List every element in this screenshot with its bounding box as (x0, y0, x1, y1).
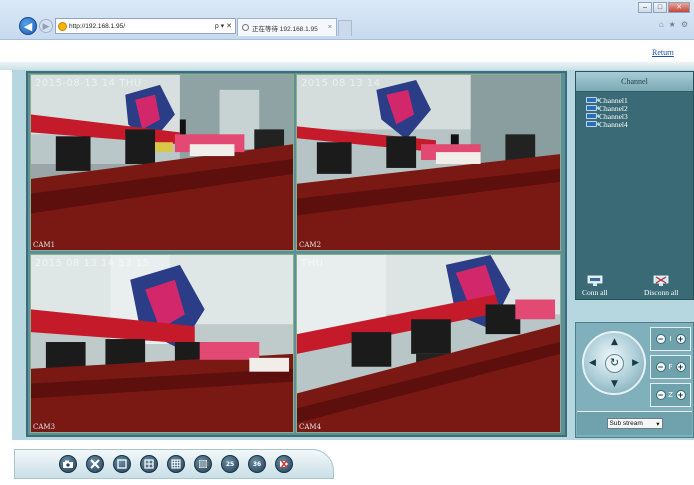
forward-button[interactable]: ▶ (39, 19, 53, 33)
layout-25-button[interactable]: 25 (221, 455, 239, 473)
favorites-star-icon[interactable]: ★ (669, 20, 676, 29)
pan-right-button[interactable]: ▶ (632, 358, 639, 368)
camera-icon (586, 97, 599, 103)
camera-4-osd: THU (301, 258, 324, 269)
zoom-label: Z (668, 391, 673, 399)
layout-16-button[interactable] (194, 455, 212, 473)
focus-control: − F + (650, 355, 691, 379)
tab-close-button[interactable]: × (328, 24, 332, 31)
browser-tab[interactable]: 正在等待 192.168.1.95 × (237, 18, 337, 36)
iris-plus-button[interactable]: + (675, 334, 686, 344)
camera-icon (586, 105, 599, 111)
address-bar[interactable]: http://192.168.1.95/ ρ ▾ ✕ (55, 18, 236, 34)
chevron-down-icon: ▾ (656, 420, 660, 428)
site-icon (58, 21, 67, 31)
disconnect-all-icon (653, 275, 669, 286)
stream-select-value: Sub stream (609, 420, 643, 427)
window-controls: – □ ✕ (638, 2, 690, 13)
ptz-direction-pad: ▲ ▼ ◀ ▶ ↻ (582, 331, 646, 395)
address-controls[interactable]: ρ ▾ ✕ (215, 22, 232, 30)
camera-icon (586, 121, 599, 127)
fullscreen-icon (280, 459, 288, 469)
tools-icon (90, 459, 100, 469)
camera-2-feed-image (297, 75, 560, 250)
minimize-button[interactable]: – (638, 2, 652, 13)
forward-arrow-icon: ▶ (42, 20, 50, 31)
disconnect-all-button[interactable]: Disconn all (644, 275, 678, 297)
channel-panel: Channel Channel1 Channel2 Channel3 Chann… (575, 71, 694, 300)
back-button[interactable]: ◀ (19, 17, 37, 35)
home-icon[interactable]: ⌂ (659, 20, 664, 29)
camera-1-feed-image (31, 75, 293, 250)
layout-9-button[interactable] (167, 455, 185, 473)
camera-3-label: CAM3 (33, 423, 56, 431)
ptz-panel: ▲ ▼ ◀ ▶ ↻ − I + − F + − Z + Sub stream ▾ (575, 322, 694, 438)
settings-gear-icon[interactable]: ⚙ (681, 20, 688, 29)
channel-list: Channel1 Channel2 Channel3 Channel4 (576, 92, 693, 129)
camera-snapshot-icon (63, 460, 73, 468)
camera-2-label: CAM2 (299, 241, 322, 249)
connect-all-button[interactable]: Conn all (582, 275, 608, 297)
layout-4-button[interactable] (140, 455, 158, 473)
iris-control: − I + (650, 327, 691, 351)
window-close-button[interactable]: ✕ (668, 2, 690, 13)
chrome-icons: ⌂ ★ ⚙ (659, 20, 688, 29)
layout-36-button[interactable]: 36 (248, 455, 266, 473)
camera-3-feed-image (31, 255, 293, 432)
quad-view-icon (144, 459, 154, 469)
header-band (0, 62, 694, 70)
focus-label: F (668, 363, 673, 371)
camera-icon (586, 113, 599, 119)
layout-25-label: 25 (225, 460, 235, 468)
camera-1-osd: 2015-08-13 14 THU (35, 78, 142, 89)
layout-36-label: 36 (252, 460, 262, 468)
loading-icon (242, 24, 249, 31)
camera-4-feed-image (297, 255, 560, 432)
pan-left-button[interactable]: ◀ (589, 358, 596, 368)
nine-view-icon (171, 459, 181, 469)
focus-minus-button[interactable]: − (655, 362, 666, 372)
maximize-button[interactable]: □ (653, 2, 667, 13)
connect-all-label: Conn all (582, 288, 608, 297)
camera-tile-3[interactable]: 2015 08 13 14 53 15 CAM3 (30, 254, 294, 433)
channel-panel-title: Channel (576, 72, 693, 92)
snapshot-button[interactable] (59, 455, 77, 473)
browser-chrome: ◀ ▶ http://192.168.1.95/ ρ ▾ ✕ 正在等待 192.… (0, 0, 694, 40)
disconnect-all-label: Disconn all (644, 288, 679, 297)
connect-all-icon (587, 275, 603, 286)
zoom-control: − Z + (650, 383, 691, 407)
tab-title: 正在等待 192.168.1.95 (252, 25, 318, 33)
settings-button[interactable] (86, 455, 104, 473)
iris-label: I (669, 335, 672, 343)
auto-scan-button[interactable]: ↻ (605, 354, 624, 373)
channel-item-4[interactable]: Channel4 (586, 119, 693, 129)
camera-tile-2[interactable]: 2015 08 13 14 CAM2 (296, 74, 561, 251)
zoom-minus-button[interactable]: − (655, 390, 666, 400)
return-link[interactable]: Return (652, 48, 674, 57)
stream-select[interactable]: Sub stream ▾ (606, 418, 663, 429)
layout-1-button[interactable] (113, 455, 131, 473)
pan-down-button[interactable]: ▼ (611, 379, 618, 389)
address-url[interactable]: http://192.168.1.95/ (69, 23, 215, 30)
camera-2-osd: 2015 08 13 14 (301, 78, 381, 89)
camera-3-osd: 2015 08 13 14 53 15 (35, 258, 150, 269)
stream-bar: Sub stream ▾ (577, 411, 692, 435)
iris-minus-button[interactable]: − (655, 334, 666, 344)
camera-tile-4[interactable]: THU CAM4 (296, 254, 561, 433)
pan-up-button[interactable]: ▲ (611, 337, 618, 347)
camera-1-label: CAM1 (33, 241, 56, 249)
focus-plus-button[interactable]: + (675, 362, 686, 372)
sixteen-view-icon (199, 460, 207, 468)
camera-4-label: CAM4 (299, 423, 322, 431)
back-arrow-icon: ◀ (23, 20, 33, 33)
fullscreen-button[interactable] (275, 455, 293, 473)
channel-label: Channel4 (599, 119, 628, 129)
single-view-icon (117, 459, 127, 469)
new-tab-button[interactable] (338, 20, 352, 36)
zoom-plus-button[interactable]: + (675, 390, 686, 400)
camera-tile-1[interactable]: 2015-08-13 14 THU CAM1 (30, 74, 294, 251)
